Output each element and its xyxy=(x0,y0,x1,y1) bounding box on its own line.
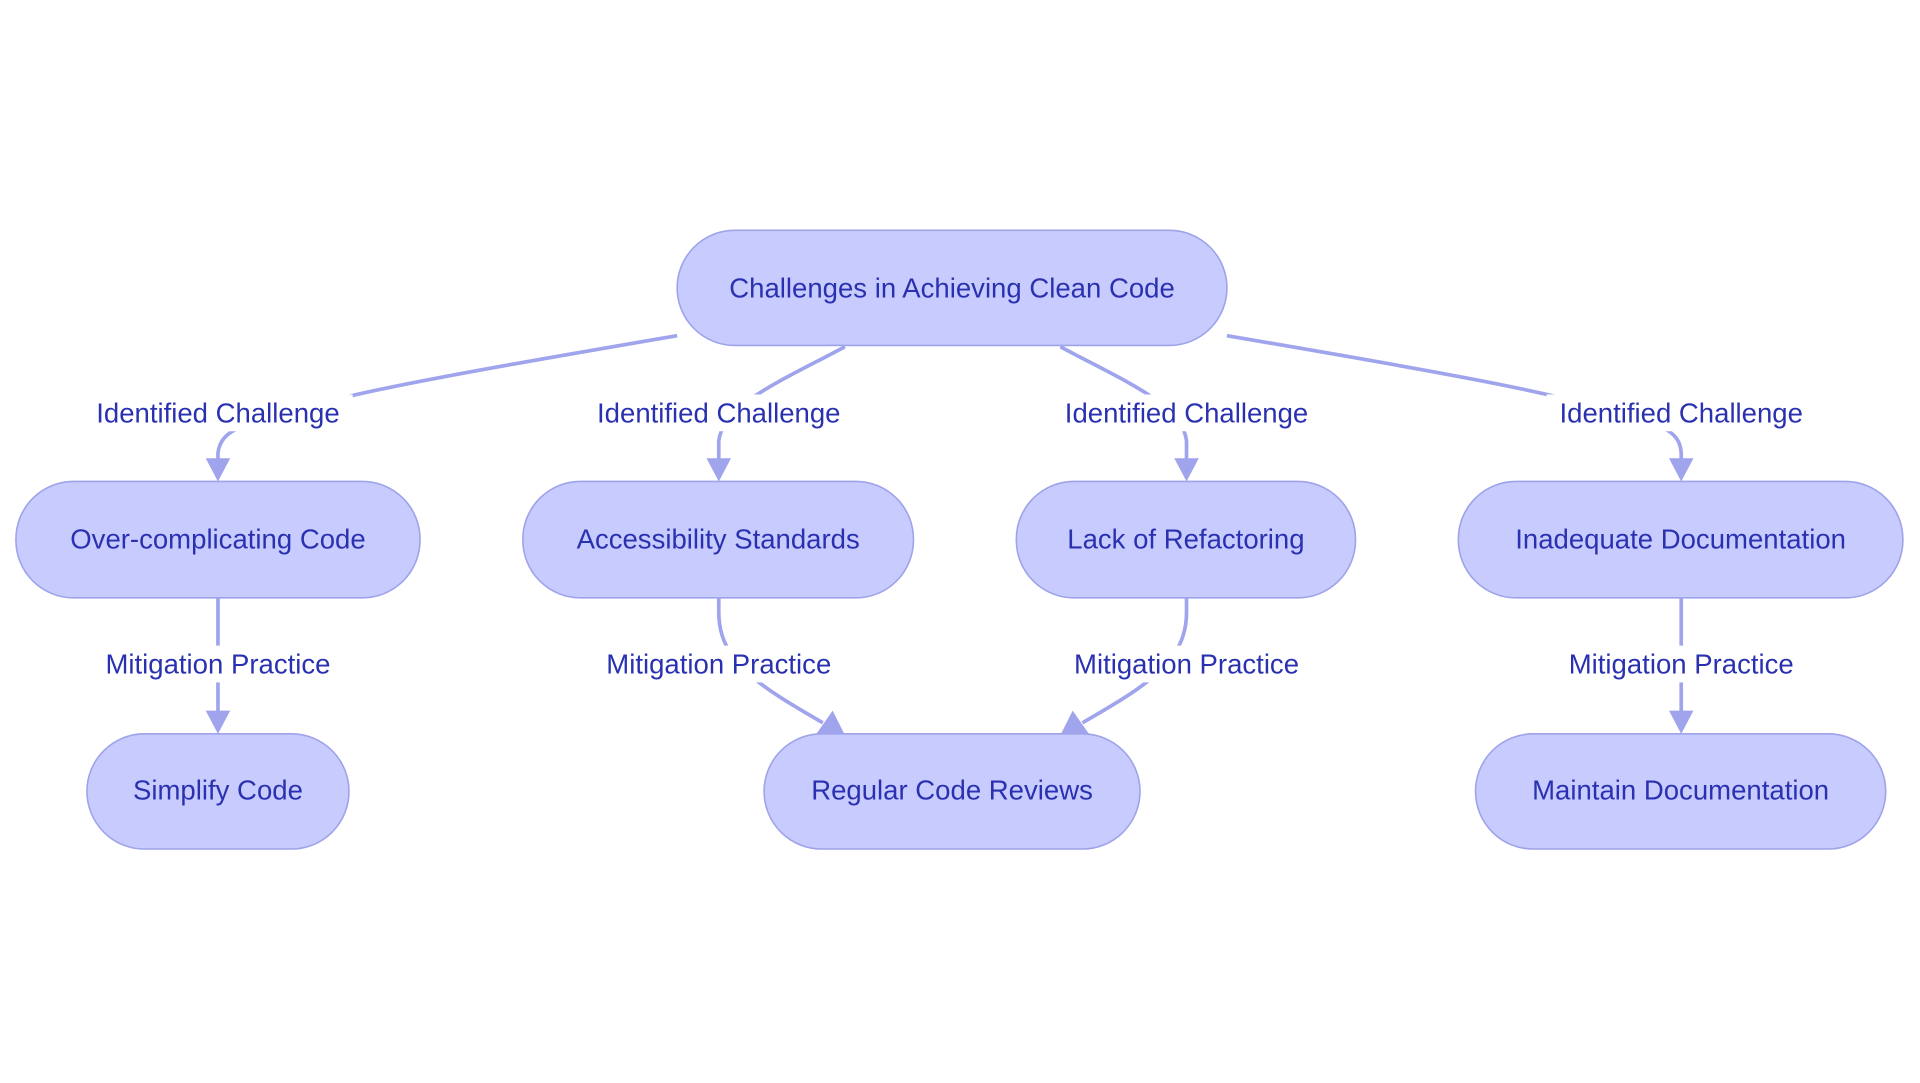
node-maintain-documentation[interactable]: Maintain Documentation xyxy=(1474,733,1887,850)
nodes: Challenges in Achieving Clean Code Over-… xyxy=(15,229,1904,850)
arrowhead-icon xyxy=(1668,458,1694,482)
arrowhead-icon xyxy=(1174,458,1199,482)
edge-label: Mitigation Practice xyxy=(1552,645,1810,683)
edge-label: Mitigation Practice xyxy=(89,645,347,683)
flowchart-canvas: Identified Challenge Identified Challeng… xyxy=(15,229,1904,850)
node-label: Simplify Code xyxy=(133,775,303,806)
node-accessibility-standards[interactable]: Accessibility Standards xyxy=(522,480,915,599)
edge-label-text: Mitigation Practice xyxy=(606,649,831,680)
node-inadequate-documentation[interactable]: Inadequate Documentation xyxy=(1457,480,1904,599)
edge-label: Mitigation Practice xyxy=(1057,645,1316,683)
edge-label-text: Mitigation Practice xyxy=(105,649,330,680)
node-label: Accessibility Standards xyxy=(577,524,860,555)
node-label: Inadequate Documentation xyxy=(1515,524,1846,555)
node-label: Maintain Documentation xyxy=(1532,775,1829,806)
arrowhead-icon xyxy=(205,458,231,482)
edge-label: Mitigation Practice xyxy=(590,645,848,683)
node-label: Over-complicating Code xyxy=(70,524,365,555)
edge-label-text: Mitigation Practice xyxy=(1074,649,1299,680)
arrowhead-icon xyxy=(1668,710,1694,734)
node-overcomplicating-code[interactable]: Over-complicating Code xyxy=(15,480,421,599)
edge-label: Identified Challenge xyxy=(1546,394,1816,432)
edge-label-text: Identified Challenge xyxy=(96,397,339,428)
node-lack-of-refactoring[interactable]: Lack of Refactoring xyxy=(1015,480,1357,599)
arrowhead-icon xyxy=(706,458,732,482)
edge-label: Identified Challenge xyxy=(83,394,353,432)
arrowhead-icon xyxy=(205,710,231,734)
node-regular-code-reviews[interactable]: Regular Code Reviews xyxy=(763,733,1141,850)
node-label: Challenges in Achieving Clean Code xyxy=(729,272,1175,303)
edge-label: Identified Challenge xyxy=(1051,394,1322,432)
edge-label-text: Identified Challenge xyxy=(1065,397,1308,428)
edge-label: Identified Challenge xyxy=(584,394,854,432)
node-label: Lack of Refactoring xyxy=(1067,524,1304,555)
edge-label-text: Identified Challenge xyxy=(597,397,840,428)
node-root[interactable]: Challenges in Achieving Clean Code xyxy=(676,229,1228,347)
edge-label-text: Mitigation Practice xyxy=(1569,649,1794,680)
edge-label-text: Identified Challenge xyxy=(1559,397,1802,428)
node-simplify-code[interactable]: Simplify Code xyxy=(86,733,350,850)
node-label: Regular Code Reviews xyxy=(811,775,1093,806)
